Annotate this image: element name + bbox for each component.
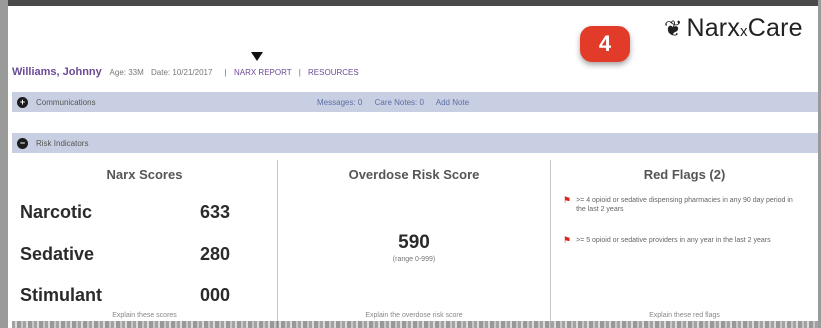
resources-link[interactable]: RESOURCES: [308, 68, 359, 77]
red-flag-icon: ⚑: [563, 195, 572, 205]
patient-age: Age: 33M: [109, 68, 144, 77]
score-value: 633: [199, 202, 230, 222]
messages-link[interactable]: Messages: 0: [317, 98, 362, 107]
overdose-risk-range: (range 0-999): [392, 256, 436, 263]
communications-label: Communications: [36, 97, 96, 107]
add-note-link[interactable]: Add Note: [436, 98, 469, 107]
overdose-risk-title: Overdose Risk Score: [348, 167, 480, 182]
red-flag-icon: ⚑: [563, 235, 572, 245]
header-separator: |: [298, 68, 301, 77]
care-notes-link[interactable]: Care Notes: 0: [375, 98, 424, 107]
report-date: Date: 10/21/2017: [151, 68, 213, 77]
narcotic-score-row: Narcotic 633: [20, 202, 230, 223]
narx-scores-title: Narx Scores: [106, 167, 183, 182]
red-flags-title: Red Flags (2): [643, 167, 726, 182]
window-left-border: [0, 0, 8, 328]
explain-scores-link[interactable]: Explain these scores: [12, 312, 277, 319]
narxcare-logo-text: NarxxCare: [686, 14, 803, 42]
score-value: 000: [199, 285, 230, 305]
red-flag-text: >= 4 opioid or sedative dispensing pharm…: [576, 197, 793, 213]
narxcare-logo: ❦ NarxxCare: [664, 16, 803, 41]
stimulant-score-row: Stimulant 000: [20, 285, 230, 306]
overdose-risk-value: 590: [398, 232, 430, 253]
score-label: Narcotic: [20, 202, 93, 222]
patient-header: Williams, Johnny Age: 33M Date: 10/21/20…: [12, 66, 359, 78]
minus-circle-icon[interactable]: −: [17, 137, 28, 149]
cropped-text-line: [12, 321, 818, 328]
risk-indicator-panels: Narx Scores Narcotic 633 Sedative 280 St…: [12, 160, 818, 328]
narx-report-link[interactable]: NARX REPORT: [234, 68, 292, 77]
window-top-border: [0, 0, 821, 6]
sedative-score-row: Sedative 280: [20, 244, 230, 265]
risk-indicators-label: Risk Indicators: [36, 138, 89, 148]
plus-circle-icon[interactable]: +: [17, 96, 28, 108]
communications-section-bar[interactable]: + Communications Messages: 0 Care Notes:…: [12, 92, 818, 112]
score-label: Sedative: [20, 244, 95, 264]
red-flag-item: ⚑ >= 4 opioid or sedative dispensing pha…: [563, 196, 793, 214]
explain-overdose-link[interactable]: Explain the overdose risk score: [278, 312, 550, 319]
patient-name: Williams, Johnny: [12, 66, 102, 78]
red-flags-panel: Red Flags (2) ⚑ >= 4 opioid or sedative …: [551, 160, 818, 328]
header-separator: |: [224, 68, 227, 77]
step-number-badge: 4: [580, 26, 630, 62]
narx-scores-panel: Narx Scores Narcotic 633 Sedative 280 St…: [12, 160, 277, 328]
pointer-triangle-icon: [251, 52, 263, 61]
communications-links: Messages: 0 Care Notes: 0 Add Note: [317, 98, 479, 107]
explain-red-flags-link[interactable]: Explain these red flags: [551, 312, 818, 319]
risk-indicators-section-bar[interactable]: − Risk Indicators: [12, 133, 818, 153]
red-flag-text: >= 5 opioid or sedative providers in any…: [576, 237, 771, 244]
overdose-risk-panel: Overdose Risk Score 590 (range 0-999) Ex…: [277, 160, 551, 328]
red-flag-item: ⚑ >= 5 opioid or sedative providers in a…: [563, 236, 793, 245]
narxcare-logo-icon: ❦: [664, 15, 683, 41]
score-label: Stimulant: [20, 285, 103, 305]
score-value: 280: [199, 244, 230, 264]
